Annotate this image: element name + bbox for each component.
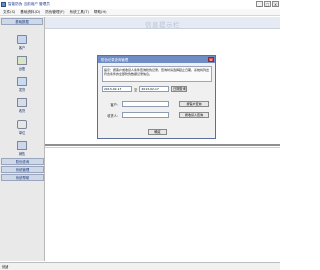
sidebar-button-query[interactable]: 防伪查询	[1, 158, 44, 165]
unit-icon	[17, 120, 27, 129]
receiver-input[interactable]	[122, 112, 169, 118]
sidebar: 基础数据 客户 台账 发货 收货 单位 销售 防伪查询 系统管理 系统帮助	[0, 17, 45, 261]
sidebar-button-system[interactable]: 系统管理	[1, 166, 44, 173]
sidebar-item-sale[interactable]: 销售	[14, 141, 30, 156]
ledger-icon	[17, 56, 27, 65]
app-icon	[1, 1, 6, 7]
date-from-field[interactable]: 2013-02-17	[102, 86, 132, 92]
receiver-query-button[interactable]: 按收货人查询	[179, 112, 209, 118]
sidebar-item-send[interactable]: 发货	[14, 77, 30, 92]
window-controls: _ □ x	[256, 1, 279, 7]
customer-icon	[17, 35, 27, 44]
sidebar-item-unit[interactable]: 单位	[14, 120, 30, 135]
maximize-button[interactable]: □	[264, 1, 271, 7]
send-icon	[17, 77, 27, 86]
receiver-label: 收货人：	[107, 113, 120, 118]
query-dialog: 防伪记录查询管理 x 提示：按客户或收货人条件查询防伪记录，查询时请选择起止日期…	[97, 55, 216, 139]
status-bar: 就绪	[0, 262, 280, 270]
ok-button[interactable]: 确定	[148, 129, 167, 135]
sidebar-item-label: 发货	[18, 87, 26, 92]
date-query-button[interactable]: 日期查询	[171, 86, 188, 92]
date-separator: 至	[134, 87, 138, 92]
window-title: 智能防伪 当前用户 管理员	[8, 1, 50, 6]
sidebar-header[interactable]: 基础数据	[1, 18, 43, 25]
sidebar-item-label: 销售	[18, 151, 26, 156]
menu-bar: 文件(S) 基础资料(D) 防伪管理(F) 系统工具(T) 帮助(H)	[0, 9, 280, 16]
sidebar-item-label: 台账	[18, 66, 26, 71]
status-text: 就绪	[2, 265, 9, 269]
date-to-field[interactable]: 2013-02-17	[139, 86, 170, 92]
menu-basic-data[interactable]: 基础资料(D)	[20, 10, 40, 15]
customer-row: 客户： 按客户查询	[102, 101, 213, 107]
sidebar-item-label: 单位	[18, 130, 26, 135]
dialog-title-bar[interactable]: 防伪记录查询管理	[98, 56, 215, 63]
sidebar-item-customer[interactable]: 客户	[14, 35, 30, 50]
title-bar: 智能防伪 当前用户 管理员 _ □ x	[0, 0, 280, 8]
sidebar-item-label: 收货	[18, 108, 26, 113]
sidebar-item-receive[interactable]: 收货	[14, 98, 30, 113]
menu-tools[interactable]: 系统工具(T)	[69, 10, 88, 15]
sidebar-item-label: 客户	[18, 45, 26, 50]
menu-file[interactable]: 文件(S)	[3, 10, 15, 15]
close-button[interactable]: x	[272, 1, 279, 7]
info-header-title: 信息提示栏	[145, 21, 180, 29]
sale-icon	[17, 141, 27, 150]
splitter-bar[interactable]	[45, 144, 280, 146]
dialog-notice: 提示：按客户或收货人条件查询防伪记录，查询时请选择起止日期，系统将列出符合条件的…	[102, 66, 212, 82]
minimize-button[interactable]: _	[256, 1, 263, 7]
receive-icon	[17, 98, 27, 107]
menu-help[interactable]: 帮助(H)	[94, 10, 107, 15]
dialog-notice-text: 提示：按客户或收货人条件查询防伪记录，查询时请选择起止日期，系统将列出符合条件的…	[104, 68, 210, 76]
info-header: 信息提示栏	[45, 17, 280, 29]
dialog-close-button[interactable]: x	[208, 57, 214, 62]
receiver-row: 收货人： 按收货人查询	[102, 112, 213, 118]
customer-input[interactable]	[122, 101, 169, 107]
customer-query-button[interactable]: 按客户查询	[179, 101, 209, 107]
date-range-row: 2013-02-17 至 2013-02-17 日期查询	[102, 86, 213, 92]
menu-anti-fake[interactable]: 防伪管理(F)	[45, 10, 64, 15]
sidebar-button-help[interactable]: 系统帮助	[1, 174, 44, 181]
customer-label: 客户：	[110, 102, 120, 107]
sidebar-item-ledger[interactable]: 台账	[14, 56, 30, 71]
dialog-title: 防伪记录查询管理	[101, 58, 129, 62]
lower-panel	[45, 147, 280, 261]
